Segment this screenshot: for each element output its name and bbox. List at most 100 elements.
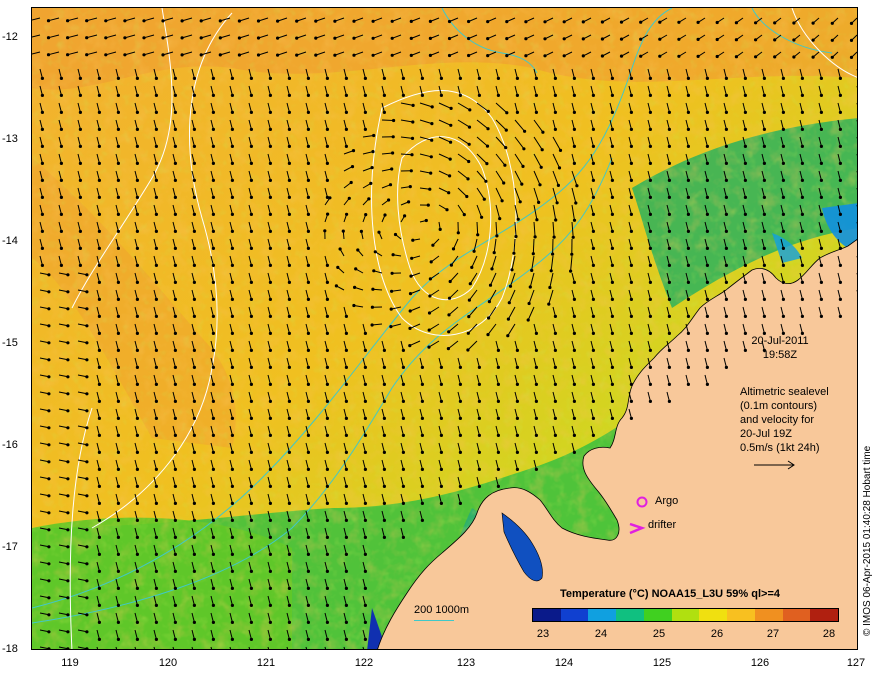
velocity-arrow-head — [326, 212, 330, 216]
velocity-arrow — [532, 238, 535, 254]
velocity-arrow-head — [411, 120, 415, 124]
velocity-arrow-head — [230, 365, 234, 369]
velocity-arrow-head — [762, 314, 767, 318]
velocity-arrow-head — [754, 55, 758, 59]
velocity-arrow-head — [391, 135, 395, 139]
velocity-arrow-head — [468, 108, 472, 112]
velocity-arrow-head — [325, 178, 329, 182]
velocity-arrow-head — [173, 518, 177, 522]
velocity-arrow-head — [762, 229, 767, 233]
velocity-arrow-head — [610, 280, 615, 284]
velocity-arrow-head — [173, 144, 177, 148]
velocity-arrow-head — [439, 467, 443, 471]
velocity-arrow-head — [819, 76, 824, 80]
velocity-arrow-head — [211, 246, 215, 250]
velocity-arrow-head — [230, 603, 234, 608]
velocity-arrow-head — [192, 348, 196, 352]
velocity-arrow-head — [325, 110, 329, 114]
velocity-arrow-head — [287, 212, 291, 216]
velocity-arrow-head — [849, 21, 854, 25]
velocity-arrow-head — [306, 637, 310, 642]
velocity-arrow-head — [696, 54, 700, 59]
velocity-arrow-head — [173, 246, 177, 250]
velocity-arrow-head — [47, 443, 51, 447]
velocity-arrow-head — [306, 263, 310, 267]
velocity-arrow-head — [359, 229, 363, 233]
velocity-arrow-head — [439, 365, 443, 369]
velocity-arrow-head — [429, 260, 433, 264]
velocity-arrow-head — [173, 535, 177, 540]
velocity-arrow-head — [230, 297, 234, 301]
velocity-arrow-head — [116, 382, 120, 386]
velocity-arrow-head — [581, 20, 585, 24]
lon-tick: 122 — [354, 657, 374, 669]
velocity-arrow-head — [66, 358, 70, 362]
velocity-arrow-head — [116, 348, 120, 352]
velocity-arrow-head — [619, 54, 624, 58]
velocity-arrow-head — [230, 246, 234, 250]
velocity-arrow-head — [59, 246, 63, 250]
velocity-arrow-head — [287, 433, 291, 437]
velocity-arrow-head — [66, 273, 70, 277]
velocity-arrow-head — [116, 127, 120, 131]
velocity-arrow-head — [97, 93, 101, 97]
velocity-arrow-head — [78, 212, 82, 216]
velocity-arrow-head — [249, 637, 253, 642]
velocity-arrow-head — [629, 348, 634, 352]
velocity-arrow-head — [154, 586, 158, 591]
velocity-arrow-head — [306, 195, 310, 199]
velocity-arrow-head — [686, 331, 691, 335]
velocity-arrow-head — [276, 19, 280, 23]
velocity-arrow-head — [420, 76, 424, 80]
velocity-arrow-head — [610, 229, 615, 233]
velocity-arrow-head — [59, 127, 63, 131]
velocity-arrow-head — [420, 382, 424, 386]
colorbar-segment — [588, 609, 617, 621]
velocity-arrow-head — [838, 144, 843, 148]
velocity-arrow-head — [314, 53, 318, 57]
date-label: 20-Jul-2011 — [751, 335, 809, 347]
velocity-arrow-head — [648, 127, 653, 131]
velocity-arrow-head — [458, 416, 462, 420]
colorbar-title: Temperature (°C) NOAA15_L3U 59% ql>=4 — [560, 588, 780, 600]
velocity-arrow-head — [192, 263, 196, 267]
velocity-arrow-head — [420, 93, 424, 97]
velocity-arrow-head — [363, 348, 367, 352]
velocity-arrow-head — [648, 263, 653, 267]
velocity-arrow-head — [268, 501, 272, 505]
velocity-arrow-head — [724, 212, 729, 216]
velocity-arrow-head — [754, 38, 758, 42]
velocity-arrow-head — [610, 348, 615, 352]
velocity-arrow-head — [382, 110, 386, 114]
velocity-arrow-head — [477, 467, 481, 471]
velocity-arrow-head — [116, 484, 120, 488]
velocity-arrow-head — [431, 243, 435, 247]
velocity-arrow-head — [344, 144, 348, 148]
velocity-arrow-head — [686, 144, 691, 148]
velocity-arrow-head — [496, 76, 500, 80]
velocity-arrow-head — [409, 53, 413, 58]
velocity-arrow-head — [447, 191, 451, 195]
velocity-arrow-head — [85, 375, 89, 379]
velocity-arrow-head — [154, 76, 158, 80]
velocity-arrow-head — [553, 382, 558, 386]
velocity-arrow-head — [173, 450, 177, 454]
velocity-arrow-head — [333, 19, 337, 23]
velocity-arrow-head — [256, 19, 261, 23]
velocity-arrow-head — [325, 76, 329, 80]
velocity-arrow-head — [256, 53, 261, 57]
velocity-arrow-head — [553, 416, 558, 420]
velocity-arrow-head — [230, 212, 234, 216]
velocity-arrow-head — [487, 316, 491, 320]
velocity-arrow-head — [705, 348, 710, 352]
velocity-arrow-head — [97, 297, 101, 301]
velocity-arrow-head — [677, 54, 681, 58]
velocity-arrow-head — [173, 280, 177, 284]
velocity-arrow-head — [314, 36, 318, 40]
velocity-arrow-head — [325, 586, 329, 591]
velocity-arrow-head — [116, 144, 120, 148]
velocity-arrow-head — [411, 238, 415, 242]
velocity-arrow-head — [306, 535, 310, 540]
velocity-arrow-head — [553, 314, 558, 318]
velocity-arrow-head — [295, 19, 299, 23]
